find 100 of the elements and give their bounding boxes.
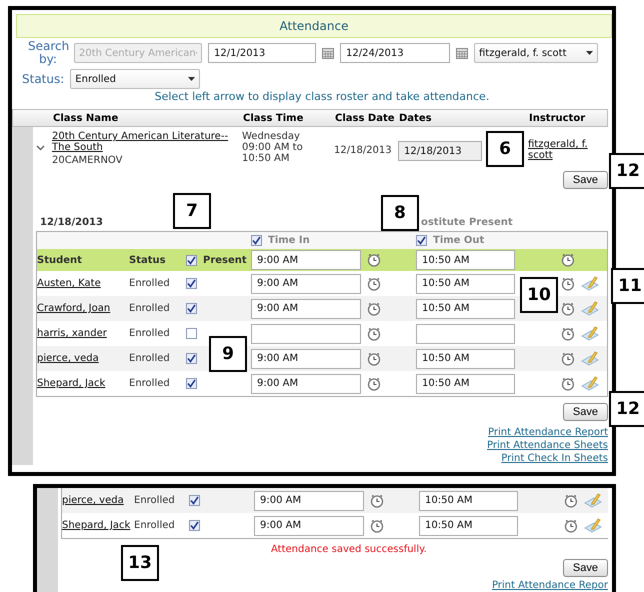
column-header: Dates xyxy=(399,112,433,124)
present-checkbox[interactable] xyxy=(186,278,197,289)
print-link[interactable]: Print Attendance Sheets xyxy=(487,440,608,452)
search-by-label: Search by: xyxy=(28,40,68,66)
clock-icon[interactable] xyxy=(370,518,384,532)
clock-icon[interactable] xyxy=(561,376,575,390)
time-in-field[interactable] xyxy=(251,324,361,344)
status-dropdown[interactable]: Enrolled xyxy=(70,69,200,89)
dates-field[interactable]: 12/18/2013 xyxy=(398,141,482,161)
class-time: Wednesday 09:00 AM to 10:50 AM xyxy=(242,131,304,166)
present-checkbox[interactable] xyxy=(186,303,197,314)
calendar-icon[interactable] xyxy=(456,48,468,58)
enrollment-status: Enrolled xyxy=(129,328,170,339)
column-header: Class Time xyxy=(243,112,304,124)
clock-icon[interactable] xyxy=(561,352,575,366)
student-name-link[interactable]: harris, xander xyxy=(37,328,107,339)
clock-icon[interactable] xyxy=(564,494,578,508)
instructor-dropdown[interactable]: fitzgerald, f. scott xyxy=(474,43,598,63)
default-time-in-field[interactable]: 9:00 AM xyxy=(251,250,361,270)
default-time-out-field[interactable]: 10:50 AM xyxy=(416,250,516,270)
time-in-field[interactable]: 9:00 AM xyxy=(254,516,364,536)
callout-number: 11 xyxy=(611,268,644,304)
column-header: Class Date xyxy=(335,112,396,124)
present-checkbox[interactable] xyxy=(186,378,197,389)
time-in-checkbox[interactable] xyxy=(251,235,262,246)
time-in-header: Time In xyxy=(268,235,310,246)
callout-number: 7 xyxy=(172,193,211,229)
present-checkbox[interactable] xyxy=(189,520,200,531)
clock-icon[interactable] xyxy=(561,276,575,290)
page-title-bar: Attendance xyxy=(16,14,612,38)
clock-icon[interactable] xyxy=(370,494,384,508)
save-button[interactable]: Save xyxy=(562,559,608,577)
chevron-icon[interactable] xyxy=(36,145,45,151)
caret-icon xyxy=(188,77,196,81)
clock-icon[interactable] xyxy=(367,376,381,390)
student-name-link[interactable]: pierce, veda xyxy=(62,495,124,506)
time-out-field[interactable]: 10:50 AM xyxy=(416,348,516,368)
time-out-field[interactable]: 10:50 AM xyxy=(419,490,518,510)
callout-number: 10 xyxy=(520,277,558,313)
clock-icon[interactable] xyxy=(367,352,381,366)
time-in-field[interactable]: 9:00 AM xyxy=(251,274,361,294)
print-link[interactable]: Print Attendance Repor xyxy=(492,580,608,592)
student-name-link[interactable]: Crawford, Joan xyxy=(37,303,110,314)
present-checkbox[interactable] xyxy=(189,495,200,506)
time-in-field[interactable]: 9:00 AM xyxy=(254,490,364,510)
class-name-link[interactable]: 20th Century American Literature--The South xyxy=(52,131,242,153)
enrollment-status: Enrolled xyxy=(129,353,170,364)
clock-icon[interactable] xyxy=(367,253,381,267)
enrollment-status: Enrolled xyxy=(134,495,175,506)
student-name-link[interactable]: Austen, Kate xyxy=(37,278,101,289)
time-out-field[interactable]: 10:50 AM xyxy=(419,516,518,536)
clock-icon[interactable] xyxy=(561,253,575,267)
clock-icon[interactable] xyxy=(561,326,575,340)
student-name-link[interactable]: Shepard, Jack xyxy=(62,520,130,531)
callout-number: 12 xyxy=(609,391,644,427)
column-header: Student xyxy=(37,254,83,266)
time-out-field[interactable]: 10:50 AM xyxy=(416,374,516,394)
time-out-header: Time Out xyxy=(433,235,484,246)
enrollment-status: Enrolled xyxy=(129,378,170,389)
clock-icon[interactable] xyxy=(367,276,381,290)
time-out-field[interactable] xyxy=(416,324,516,344)
enrollment-status: Enrolled xyxy=(134,520,175,531)
print-link[interactable]: Print Check In Sheets xyxy=(501,453,608,465)
column-header: Present xyxy=(203,254,247,266)
time-in-field[interactable]: 9:00 AM xyxy=(251,348,361,368)
end-date-field[interactable]: 12/24/2013 xyxy=(340,43,450,63)
column-header: Instructor xyxy=(529,112,586,124)
roster-date: 12/18/2013 xyxy=(40,217,103,228)
clock-icon[interactable] xyxy=(561,302,575,316)
column-header: Status xyxy=(129,254,167,266)
time-in-field[interactable]: 9:00 AM xyxy=(251,298,361,318)
callout-number: 13 xyxy=(121,545,159,581)
clock-icon[interactable] xyxy=(564,518,578,532)
time-out-field[interactable]: 10:50 AM xyxy=(416,274,516,294)
callout-number: 12 xyxy=(609,153,644,189)
status-label: Status: xyxy=(22,72,64,86)
callout-number: 8 xyxy=(380,195,419,231)
save-button[interactable]: Save xyxy=(562,403,608,421)
start-date-field[interactable]: 12/1/2013 xyxy=(208,43,316,63)
time-in-field[interactable]: 9:00 AM xyxy=(251,374,361,394)
student-name-link[interactable]: pierce, veda xyxy=(37,353,99,364)
clock-icon[interactable] xyxy=(367,302,381,316)
present-checkbox[interactable] xyxy=(186,328,197,339)
present-all-checkbox[interactable] xyxy=(186,254,197,266)
instructor-link[interactable]: fitzgerald, f. scott xyxy=(528,139,598,161)
present-checkbox[interactable] xyxy=(186,353,197,364)
clock-icon[interactable] xyxy=(367,326,381,340)
class-code: 20CAMERNOV xyxy=(52,155,124,166)
enrollment-status: Enrolled xyxy=(129,303,170,314)
print-link[interactable]: Print Attendance Report xyxy=(488,427,608,439)
time-out-field[interactable]: 10:50 AM xyxy=(416,298,516,318)
enrollment-status: Enrolled xyxy=(129,278,170,289)
column-header: Class Name xyxy=(53,112,120,124)
callout-number: 6 xyxy=(486,131,524,167)
calendar-icon[interactable] xyxy=(322,48,334,58)
instruction-text: Select left arrow to display class roster and take attendance. xyxy=(154,90,490,105)
student-name-link[interactable]: Shepard, Jack xyxy=(37,378,106,389)
save-button[interactable]: Save xyxy=(562,171,608,189)
callout-number: 9 xyxy=(209,336,247,372)
time-out-checkbox[interactable] xyxy=(416,235,427,246)
